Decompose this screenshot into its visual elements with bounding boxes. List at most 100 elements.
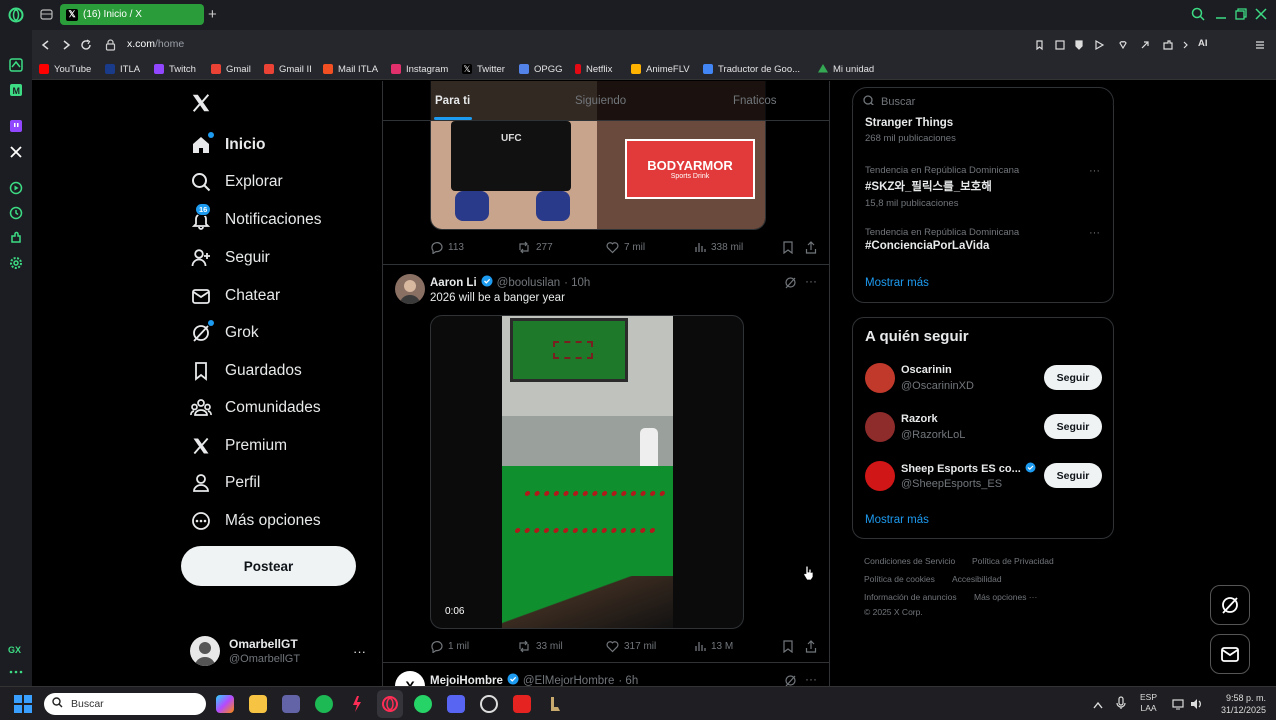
footer-ads-info[interactable]: Información de anuncios bbox=[864, 592, 957, 602]
bookmark-opgg[interactable]: OPGG bbox=[519, 62, 563, 76]
avatar[interactable]: X bbox=[395, 671, 425, 686]
author-name[interactable]: Aaron Li bbox=[430, 277, 477, 289]
nav-home[interactable]: Inicio bbox=[190, 130, 265, 160]
copilot-icon[interactable] bbox=[216, 695, 234, 713]
grok-post-icon[interactable] bbox=[784, 674, 797, 686]
spotify-icon[interactable] bbox=[315, 695, 333, 713]
follow-name[interactable]: Oscarinin bbox=[901, 364, 952, 376]
back-icon[interactable] bbox=[40, 38, 52, 56]
author-handle[interactable]: @ElMejorHombre bbox=[523, 675, 615, 687]
views-button[interactable]: 13 M bbox=[694, 640, 733, 652]
bookmark-animeflv[interactable]: AnimeFLV bbox=[631, 62, 690, 76]
post-video[interactable]: 0:06 bbox=[430, 315, 744, 629]
tab-active[interactable]: 𝕏 (16) Inicio / X bbox=[60, 4, 204, 25]
clock[interactable]: 9:58 p. m. 31/12/2025 bbox=[1214, 692, 1266, 716]
more-icon[interactable]: ··· bbox=[805, 274, 817, 288]
reply-button[interactable]: 1 mil bbox=[430, 640, 469, 653]
windows-start-icon[interactable] bbox=[14, 695, 32, 718]
post-time[interactable]: · 10h bbox=[564, 277, 590, 289]
reply-button[interactable]: 113 bbox=[430, 241, 464, 254]
more-icon[interactable]: ··· bbox=[1089, 227, 1100, 239]
footer-privacy[interactable]: Política de Privacidad bbox=[972, 556, 1054, 566]
trend-item[interactable]: Tendencia en República Dominicana #SKZ와_… bbox=[865, 165, 1019, 209]
aria-icon[interactable] bbox=[8, 57, 24, 73]
footer-cookies[interactable]: Política de cookies bbox=[864, 574, 935, 584]
menu-icon[interactable] bbox=[1254, 38, 1266, 56]
follow-button[interactable]: Seguir bbox=[1044, 463, 1102, 488]
like-button[interactable]: 7 mil bbox=[606, 241, 645, 254]
repost-button[interactable]: 277 bbox=[517, 241, 553, 254]
maximize-icon[interactable] bbox=[1234, 7, 1248, 26]
repost-button[interactable]: 33 mil bbox=[517, 640, 563, 653]
tab-for-you[interactable]: Para ti bbox=[435, 95, 470, 107]
file-explorer-icon[interactable] bbox=[249, 695, 267, 713]
microphone-icon[interactable] bbox=[1116, 696, 1126, 715]
bookmark-button[interactable] bbox=[782, 241, 794, 254]
author-handle[interactable]: @boolusilan bbox=[497, 277, 560, 289]
tab-fnaticos[interactable]: Fnaticos bbox=[733, 95, 776, 107]
grok-float-button[interactable] bbox=[1210, 585, 1250, 625]
twitch-sidebar-icon[interactable] bbox=[8, 118, 24, 134]
close-window-icon[interactable] bbox=[1254, 7, 1268, 26]
bookmark-itla[interactable]: ITLA bbox=[105, 62, 140, 76]
nav-communities[interactable]: Comunidades bbox=[190, 393, 321, 423]
bookmark-instagram[interactable]: Instagram bbox=[391, 62, 448, 76]
avatar[interactable] bbox=[865, 461, 895, 491]
whatsapp-icon[interactable] bbox=[414, 695, 432, 713]
nav-grok[interactable]: Grok bbox=[190, 318, 259, 348]
share-button[interactable] bbox=[805, 241, 817, 254]
reload-icon[interactable] bbox=[80, 38, 92, 56]
show-more-trends[interactable]: Mostrar más bbox=[865, 277, 929, 289]
more-sidebar-icon[interactable] bbox=[8, 664, 24, 680]
tab-list-icon[interactable] bbox=[40, 8, 53, 26]
x-logo-icon[interactable] bbox=[190, 92, 212, 119]
bookmark-translate[interactable]: Traductor de Goo... bbox=[703, 62, 800, 76]
share-button[interactable] bbox=[805, 640, 817, 653]
follow-button[interactable]: Seguir bbox=[1044, 365, 1102, 390]
x-sidebar-icon[interactable] bbox=[8, 144, 24, 160]
nav-bookmarks[interactable]: Guardados bbox=[190, 356, 302, 386]
league-icon[interactable] bbox=[546, 695, 564, 713]
avatar[interactable] bbox=[395, 274, 425, 304]
language-indicator[interactable]: ESP LAA bbox=[1140, 692, 1157, 714]
bookmark-twitch[interactable]: Twitch bbox=[154, 62, 196, 76]
bookmark-youtube[interactable]: YouTube bbox=[39, 62, 91, 76]
forward-icon[interactable] bbox=[60, 38, 72, 56]
avatar[interactable] bbox=[865, 363, 895, 393]
post-time[interactable]: · 6h bbox=[618, 675, 638, 687]
app-red-icon[interactable] bbox=[348, 695, 366, 713]
views-button[interactable]: 338 mil bbox=[694, 241, 743, 253]
history-icon[interactable] bbox=[8, 205, 24, 221]
taskbar-search[interactable]: Buscar bbox=[44, 693, 206, 715]
url-field[interactable]: x.com/home bbox=[127, 38, 184, 50]
nav-more-options[interactable]: Más opciones bbox=[190, 506, 321, 536]
player-icon[interactable] bbox=[8, 180, 24, 196]
app-icon[interactable] bbox=[513, 695, 531, 713]
grok-post-icon[interactable] bbox=[784, 276, 797, 294]
gx-icon[interactable]: GX bbox=[8, 641, 24, 657]
account-switcher[interactable]: OmarbellGT @OmarbellGT ··· bbox=[188, 634, 374, 668]
more-icon[interactable]: ··· bbox=[805, 672, 817, 686]
volume-icon[interactable] bbox=[1190, 697, 1204, 715]
bookmark-mail-itla[interactable]: Mail ITLA bbox=[323, 62, 378, 76]
discord-icon[interactable] bbox=[447, 695, 465, 713]
author-name[interactable]: MejoiHombre bbox=[430, 675, 503, 687]
messenger-icon[interactable]: M bbox=[8, 82, 24, 98]
follow-name-row[interactable]: Sheep Esports ES co... bbox=[901, 462, 1036, 476]
like-button[interactable]: 317 mil bbox=[606, 640, 656, 653]
post-button[interactable]: Postear bbox=[181, 546, 356, 586]
bookmark-twitter[interactable]: 𝕏 Twitter bbox=[462, 62, 505, 76]
avatar[interactable] bbox=[865, 412, 895, 442]
bookmark-netflix[interactable]: Netflix bbox=[575, 62, 612, 76]
teams-icon[interactable] bbox=[282, 695, 300, 713]
ai-button[interactable]: AI bbox=[1198, 38, 1208, 49]
new-tab-button[interactable]: + bbox=[208, 6, 217, 23]
opera-gx-icon[interactable] bbox=[381, 695, 399, 713]
bookmark-drive[interactable]: Mi unidad bbox=[818, 62, 874, 76]
steam-icon[interactable] bbox=[480, 695, 498, 713]
network-icon[interactable] bbox=[1172, 697, 1186, 715]
footer-more[interactable]: Más opciones ··· bbox=[974, 592, 1037, 602]
follow-name[interactable]: Razork bbox=[901, 413, 938, 425]
minimize-icon[interactable] bbox=[1214, 7, 1228, 26]
footer-accessibility[interactable]: Accesibilidad bbox=[952, 574, 1002, 584]
